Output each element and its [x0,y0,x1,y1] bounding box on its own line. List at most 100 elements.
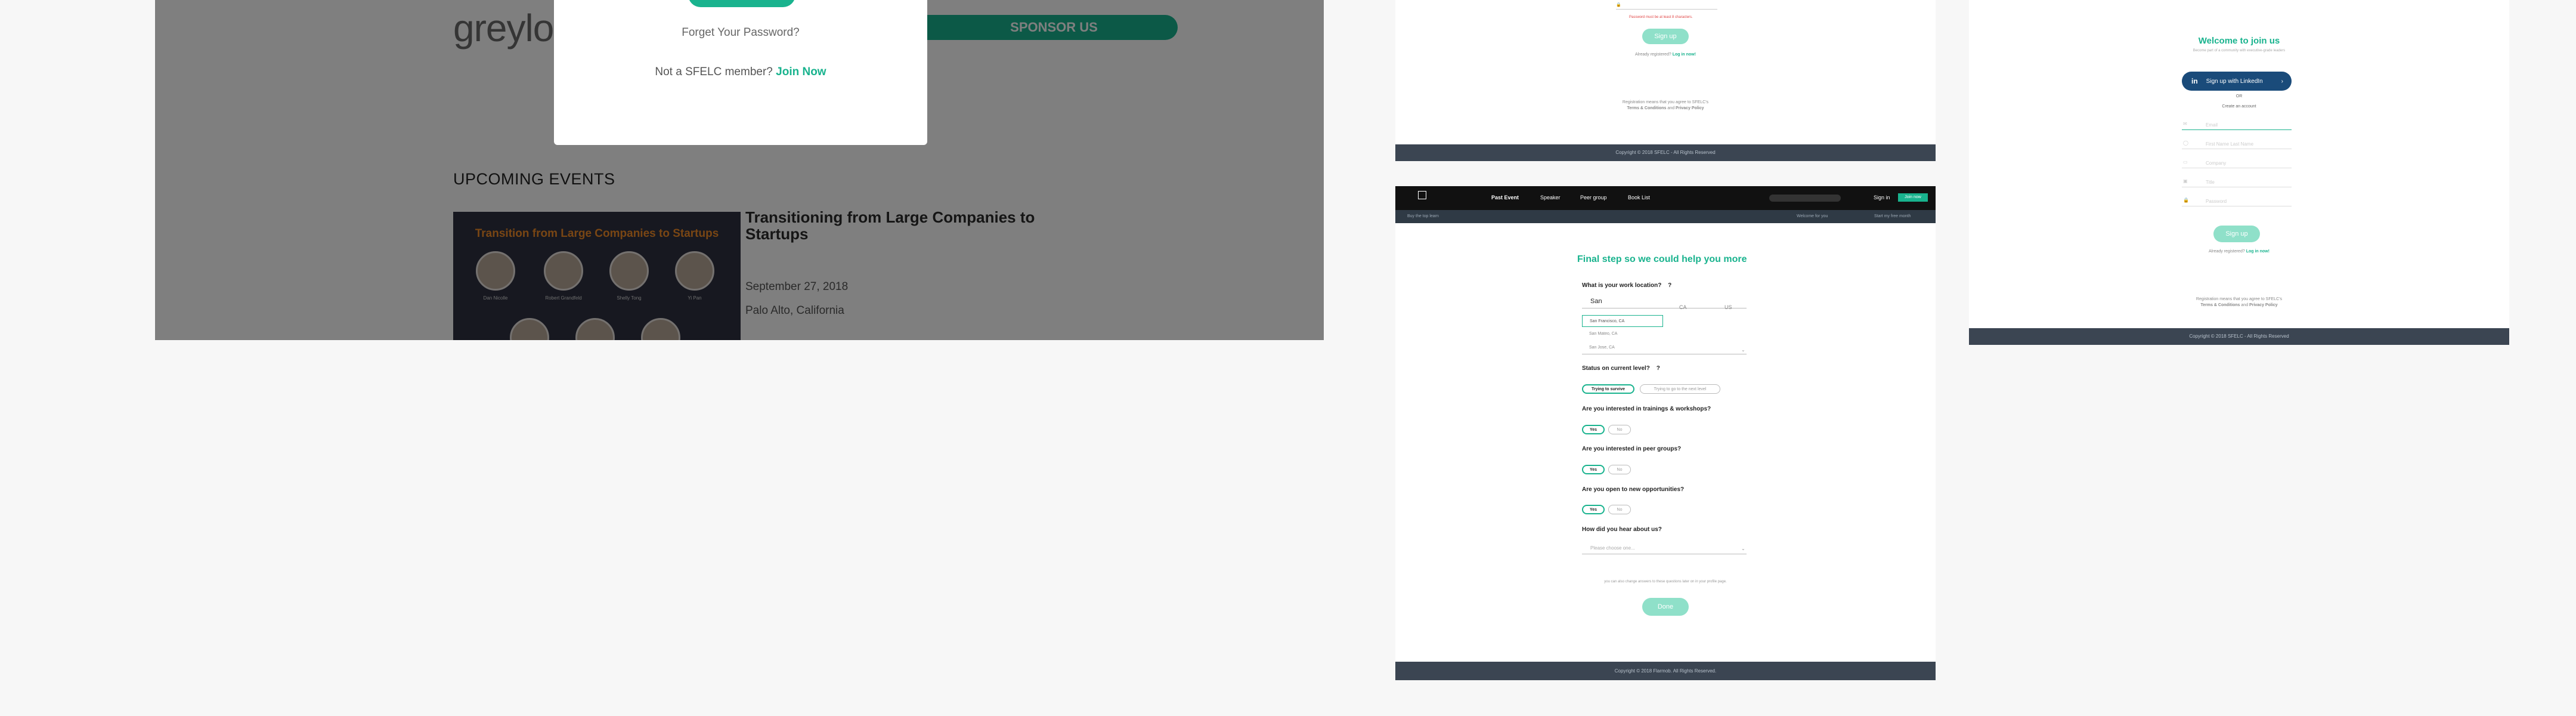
password-placeholder: Password [2206,199,2227,204]
mail-icon: ✉ [2183,121,2187,126]
chevron-down-icon[interactable]: ⌄ [1741,347,1745,353]
terms-line-1: Registration means that you agree to SFE… [2196,297,2283,301]
nav-item-speaker[interactable]: Speaker [1540,195,1561,200]
hear-select[interactable]: Please choose one... [1590,545,1635,551]
password-field[interactable]: 🔒 Password [2182,196,2292,206]
signup-page-bottom: 🔒 Password must be at least 8 characters… [1395,0,1936,161]
linkedin-icon: in [2191,77,2198,85]
search-input[interactable] [1769,195,1841,202]
title-field[interactable]: ▣ Title [2182,177,2292,187]
footer-copyright: Copyright © 2018 SFELC - All Rights Rese… [1395,144,1936,161]
login-modal: Forget Your Password? Not a SFELC member… [554,0,927,145]
email-field[interactable]: ✉ Email [2182,119,2292,130]
sub-nav: Buy the top learn Welcome for you Start … [1395,210,1936,223]
site-logo-icon[interactable] [1418,191,1426,199]
trainings-yes[interactable]: Yes [1582,425,1605,434]
country-field[interactable]: US [1724,304,1732,310]
login-link[interactable]: Log in now! [1673,53,1696,57]
name-placeholder: First Name Last Name [2206,141,2254,147]
question-status: Status on current level? ? [1582,365,1660,372]
company-placeholder: Company [2206,161,2227,166]
briefcase-icon: ▣ [2183,178,2188,184]
password-field[interactable]: 🔒 [1616,2,1717,10]
footer-copyright: Copyright © 2018 SFELC - All Rights Rese… [1969,328,2509,345]
error-message: Password must be at least 8 characters. [1629,16,1693,19]
top-nav: Past Event Speaker Peer group Book List … [1395,186,1936,210]
signup-page: Welcome to join us Become part of a comm… [1969,0,2509,345]
privacy-link[interactable]: Privacy Policy [2249,303,2277,307]
chevron-right-icon: › [2281,78,2283,85]
lock-icon: 🔒 [2183,197,2189,203]
suggestion-item[interactable]: San Jose, CA [1582,345,1615,350]
question-trainings: Are you interested in trainings & worksh… [1582,406,1711,412]
trainings-no[interactable]: No [1608,425,1631,434]
question-location: What is your work location? ? [1582,282,1671,289]
onboarding-page: Past Event Speaker Peer group Book List … [1395,186,1936,680]
company-field[interactable]: ▭ Company [2182,158,2292,168]
already-text: Already registered? [2209,249,2245,254]
join-button[interactable]: Join now [1898,193,1928,202]
suggestion-item[interactable]: San Francisco, CA [1582,315,1663,327]
peer-no[interactable]: No [1608,465,1631,474]
opportunities-yes[interactable]: Yes [1582,505,1605,514]
signup-button[interactable]: Sign up [2213,226,2260,242]
question-status-text: Status on current level? [1582,365,1650,372]
welcome-title: Welcome to join us [2198,36,2280,46]
terms-line-2: Terms & Conditions and Privacy Policy [1969,303,2509,307]
privacy-link[interactable]: Privacy Policy [1676,106,1704,110]
join-now-link[interactable]: Join Now [776,66,826,78]
login-button[interactable] [688,0,795,7]
join-prompt: Not a SFELC member? Join Now [554,66,927,79]
help-icon[interactable]: ? [1657,365,1660,372]
lock-icon: 🔒 [1616,3,1621,7]
status-option-next-level[interactable]: Trying to go to the next level [1640,384,1720,394]
login-link[interactable]: Log in now! [2246,249,2270,254]
status-option-survive[interactable]: Trying to survive [1582,384,1634,394]
user-icon: ◯ [2183,140,2188,146]
opportunities-no[interactable]: No [1608,505,1631,514]
linkedin-button-label: Sign up with LinkedIn [2206,78,2263,85]
join-prompt-text: Not a SFELC member? [655,66,773,78]
subnav-left[interactable]: Buy the top learn [1407,214,1439,218]
page-heading: Final step so we could help you more [1577,254,1747,264]
help-icon[interactable]: ? [1668,282,1671,289]
terms-line-1: Registration means that you agree to SFE… [1622,100,1709,104]
nav-item-past-event[interactable]: Past Event [1491,195,1519,200]
subnav-right[interactable]: Start my free month [1874,214,1911,218]
signup-button[interactable]: Sign up [1642,29,1689,44]
terms-and: and [1667,106,1675,110]
peer-yes[interactable]: Yes [1582,465,1605,474]
terms-link[interactable]: Terms & Conditions [1627,106,1666,110]
question-peer: Are you interested in peer groups? [1582,446,1682,452]
done-button[interactable]: Done [1642,598,1689,616]
terms-link[interactable]: Terms & Conditions [2200,303,2240,307]
title-placeholder: Title [2206,180,2215,185]
already-registered: Already registered? Log in now! [1969,249,2509,254]
building-icon: ▭ [2183,159,2188,165]
or-divider: OR [2236,94,2243,98]
linkedin-signup-button[interactable]: in Sign up with LinkedIn › [2182,72,2292,91]
question-location-text: What is your work location? [1582,282,1662,289]
form-note: you can also change answers to these que… [1604,580,1727,584]
question-hear: How did you hear about us? [1582,526,1662,533]
already-text: Already registered? [1635,53,1671,57]
terms-line-2: Terms & Conditions and Privacy Policy [1395,106,1936,110]
chevron-down-icon[interactable]: ⌄ [1741,546,1745,551]
forget-password-link[interactable]: Forget Your Password? [554,26,927,39]
question-opportunities: Are you open to new opportunities? [1582,486,1685,493]
subnav-center[interactable]: Welcome for you [1797,214,1828,218]
suggestion-item[interactable]: San Mateo, CA [1582,332,1617,336]
name-field[interactable]: ◯ First Name Last Name [2182,138,2292,149]
sfelc-home-page: greyloc SPONSOR US UPCOMING EVENTS Trans… [155,0,1324,340]
nav-item-peer-group[interactable]: Peer group [1580,195,1607,200]
already-registered: Already registered? Log in now! [1395,53,1936,57]
terms-and: and [2241,303,2249,307]
signin-link[interactable]: Sign in [1874,195,1890,200]
email-placeholder: Email [2206,122,2218,128]
location-input[interactable]: San [1582,298,1664,307]
footer-copyright: Copyright © 2018 Flarmob. All Rights Res… [1395,662,1936,680]
nav-item-book-list[interactable]: Book List [1628,195,1650,200]
create-account-label: Create an account [2222,104,2256,109]
state-field[interactable]: CA [1679,304,1687,310]
welcome-subtitle: Become part of a community with executiv… [2193,49,2286,53]
